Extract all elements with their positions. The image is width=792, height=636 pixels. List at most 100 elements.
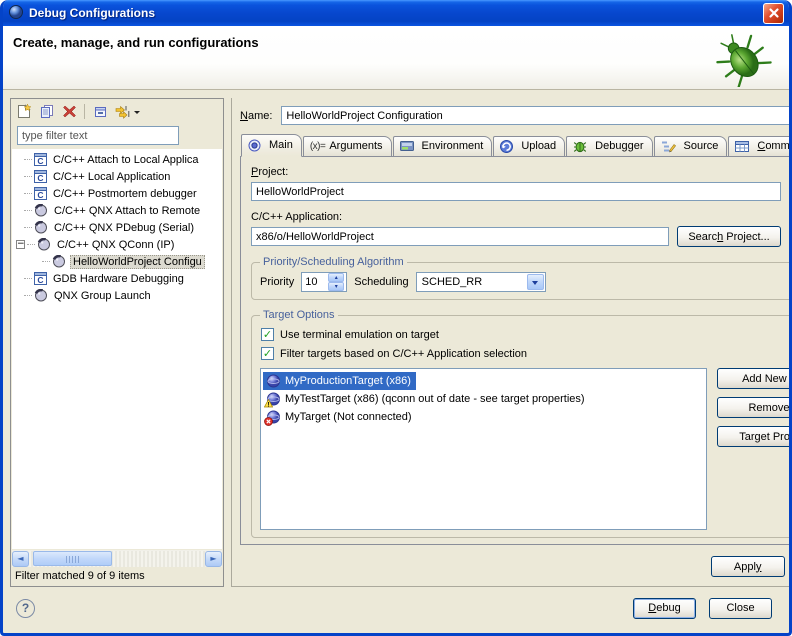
target-label: MyProductionTarget (x86) xyxy=(285,375,411,387)
tab-label: Arguments xyxy=(329,140,382,152)
svg-text:C: C xyxy=(37,275,43,285)
svg-text:C: C xyxy=(37,156,43,166)
scrollbar-track[interactable] xyxy=(29,551,205,567)
tree-item[interactable]: C/C++ QNX Attach to Remote xyxy=(12,202,222,219)
delete-configuration-icon[interactable] xyxy=(59,102,79,122)
scheduling-value: SCHED_RR xyxy=(417,276,526,288)
scrollbar-thumb[interactable] xyxy=(33,551,112,566)
collapse-all-icon[interactable] xyxy=(90,102,110,122)
new-configuration-icon[interactable] xyxy=(14,102,35,122)
tree-connector xyxy=(24,295,32,296)
c-launch-icon: C xyxy=(34,170,47,183)
target-list-item[interactable]: MyProductionTarget (x86) xyxy=(263,372,416,390)
tree-item[interactable]: C C/C++ Local Application xyxy=(12,168,222,185)
checkbox-row[interactable]: ✓Filter targets based on C/C++ Applicati… xyxy=(261,347,792,360)
scroll-left-icon[interactable]: ◄ xyxy=(12,551,29,567)
scroll-right-icon[interactable]: ► xyxy=(205,551,222,567)
apply-revert-row: Apply Revert xyxy=(240,545,792,586)
target-properties-button[interactable]: Target Properties... xyxy=(717,426,792,447)
close-dialog-button[interactable]: Close xyxy=(709,598,772,619)
horizontal-scrollbar[interactable]: ◄ ► xyxy=(12,550,222,567)
debugger-icon xyxy=(573,140,587,153)
tab-debugger[interactable]: Debugger xyxy=(566,136,652,157)
checkbox-row[interactable]: ✓ Use terminal emulation on target xyxy=(261,328,792,341)
svg-text:C: C xyxy=(37,190,43,200)
target-list-item[interactable]: MyTarget (Not connected) xyxy=(263,408,415,426)
spin-up-icon[interactable]: ▴ xyxy=(328,273,344,282)
name-input[interactable] xyxy=(281,106,792,125)
beetle-icon xyxy=(711,29,773,90)
filter-input[interactable] xyxy=(17,126,179,145)
checkbox-label: Use terminal emulation on target xyxy=(280,329,439,341)
expander-minus-icon[interactable]: − xyxy=(16,240,25,249)
tab-upload[interactable]: Upload xyxy=(493,136,565,157)
tree-item[interactable]: C/C++ QNX PDebug (Serial) xyxy=(12,219,222,236)
scheduling-label: Scheduling xyxy=(354,276,408,288)
tab-label: Main xyxy=(269,139,293,151)
tree-item-label: C/C++ Local Application xyxy=(51,170,172,184)
target-list[interactable]: MyProductionTarget (x86) !MyTestTarget (x… xyxy=(260,368,707,530)
checkbox-checked-icon[interactable]: ✓ xyxy=(261,328,274,341)
application-label: C/C++ Application: xyxy=(251,211,792,223)
tree-item-label: GDB Hardware Debugging xyxy=(51,272,186,286)
project-label: Project: xyxy=(251,166,792,178)
tab-label: Environment xyxy=(422,140,484,152)
debug-configurations-window: Debug Configurations Create, manage, and… xyxy=(0,0,792,636)
tab-common[interactable]: Common xyxy=(728,136,792,157)
qnx-launch-icon xyxy=(52,255,66,268)
duplicate-configuration-icon[interactable] xyxy=(37,102,57,122)
tab-source[interactable]: Source xyxy=(654,136,728,157)
priority-stepper[interactable]: ▴▾ xyxy=(301,272,347,292)
tree-connector xyxy=(42,261,50,262)
error-overlay-icon xyxy=(264,417,273,426)
target-label: MyTarget (Not connected) xyxy=(285,411,412,423)
priority-input[interactable] xyxy=(302,273,328,291)
tree-item[interactable]: HelloWorldProject Configu xyxy=(12,253,222,270)
tree-item[interactable]: C GDB Hardware Debugging xyxy=(12,270,222,287)
debug-button[interactable]: Debug xyxy=(633,598,696,619)
target-buttons: Add New Target... Remove Target Target Pro… xyxy=(717,368,792,530)
tree-item-label: C/C++ QNX PDebug (Serial) xyxy=(52,221,196,235)
config-toolbar xyxy=(11,99,223,124)
application-input[interactable] xyxy=(251,227,669,246)
source-icon xyxy=(661,140,676,153)
search-project-button[interactable]: Search Project... xyxy=(677,226,780,247)
c-launch-icon: C xyxy=(34,272,47,285)
svg-text:C: C xyxy=(37,173,43,183)
tree-item-label: HelloWorldProject Configu xyxy=(70,255,205,269)
spin-down-icon[interactable]: ▾ xyxy=(328,282,344,291)
target-sphere-icon: ! xyxy=(266,392,281,406)
target-list-item[interactable]: !MyTestTarget (x86) (qconn out of date -… xyxy=(263,390,588,408)
tree-item[interactable]: C C/C++ Postmortem debugger xyxy=(12,185,222,202)
tree-item-label: C/C++ Postmortem debugger xyxy=(51,187,199,201)
name-label: Name: xyxy=(240,110,272,122)
tab-arguments[interactable]: (x)=Arguments xyxy=(303,136,392,157)
tab-label: Upload xyxy=(521,140,556,152)
scheduling-select[interactable]: SCHED_RR xyxy=(416,272,546,292)
title-bar[interactable]: Debug Configurations xyxy=(3,0,789,26)
combo-arrow-icon[interactable] xyxy=(527,274,544,290)
tab-label: Source xyxy=(684,140,719,152)
tab-environment[interactable]: Environment xyxy=(393,136,493,157)
qnx-launch-icon xyxy=(34,289,48,302)
tree-item-label: C/C++ QNX Attach to Remote xyxy=(52,204,202,218)
tab-label: Common xyxy=(757,140,792,152)
add-new-target-button[interactable]: Add New Target... xyxy=(717,368,792,389)
dialog-banner: Create, manage, and run configurations xyxy=(3,26,789,90)
remove-target-button[interactable]: Remove Target xyxy=(717,397,792,418)
project-input[interactable] xyxy=(251,182,781,201)
checkbox-checked-icon[interactable]: ✓ xyxy=(261,347,274,360)
dropdown-arrow-icon xyxy=(134,111,140,117)
tree-item[interactable]: CC/C++ Attach to Local Applica xyxy=(12,151,222,168)
tree-connector xyxy=(24,278,32,279)
filter-icon[interactable] xyxy=(112,102,143,122)
help-icon[interactable]: ? xyxy=(16,599,35,618)
qnx-launch-icon xyxy=(37,238,51,251)
tree-item[interactable]: − C/C++ QNX QConn (IP) xyxy=(12,236,222,253)
tab-main[interactable]: Main xyxy=(241,134,302,157)
tree-item-label: C/C++ QNX QConn (IP) xyxy=(55,238,176,252)
close-icon[interactable] xyxy=(763,3,784,24)
target-sphere-icon xyxy=(266,410,281,424)
tree-item[interactable]: QNX Group Launch xyxy=(12,287,222,304)
apply-button[interactable]: Apply xyxy=(711,556,785,577)
